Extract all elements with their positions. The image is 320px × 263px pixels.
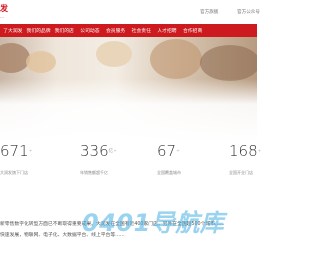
hero-banner-image	[0, 37, 257, 142]
stat-item: 168+ 全国开业门店	[229, 142, 289, 176]
stat-label: 全国覆盖城市	[157, 170, 181, 175]
stat-item: 671+ 大润发旗下门店	[0, 142, 60, 176]
stat-value: 336亿+	[80, 142, 117, 160]
main-nav: 了大润发 我们的品牌 我们的店 公司动态 会员服务 社会责任 人才招聘 合作招商	[0, 24, 257, 37]
stat-value: 168+	[229, 142, 262, 160]
banner-shape	[0, 43, 30, 73]
top-link-official-store[interactable]: 官方旗舰	[200, 9, 218, 15]
top-bar: 发 … 官方旗舰 官方公众号	[0, 0, 260, 24]
nav-item-member[interactable]: 会员服务	[103, 27, 129, 34]
banner-shape	[26, 51, 56, 73]
top-link-official-account[interactable]: 官方公众号	[237, 9, 260, 15]
stat-item: 336亿+ 年销售额超千亿	[80, 142, 140, 176]
brand-logo-subtitle: …	[0, 14, 4, 19]
brand-logo[interactable]: 发	[0, 3, 8, 14]
stat-label: 大润发旗下门店	[0, 170, 28, 175]
nav-item-brands[interactable]: 我们的品牌	[26, 27, 52, 34]
nav-item-about[interactable]: 了大润发	[0, 27, 26, 34]
stat-value: 67+	[157, 142, 180, 160]
banner-shape	[200, 45, 257, 81]
stats-section: 671+ 大润发旗下门店 336亿+ 年销售额超千亿 67+ 全国覆盖城市 16…	[0, 142, 261, 197]
nav-item-csr[interactable]: 社会责任	[128, 27, 154, 34]
banner-shape	[96, 41, 132, 67]
stat-value: 671+	[0, 142, 33, 160]
stat-label: 年销售额超千亿	[80, 170, 108, 175]
nav-item-news[interactable]: 公司动态	[77, 27, 103, 34]
banner-shape	[150, 39, 202, 79]
stat-item: 67+ 全国覆盖城市	[157, 142, 217, 176]
nav-item-stores[interactable]: 我们的店	[51, 27, 77, 34]
banner-fade	[0, 79, 257, 142]
nav-item-partners[interactable]: 合作招商	[180, 27, 206, 34]
nav-item-careers[interactable]: 人才招聘	[154, 27, 180, 34]
stat-label: 全国开业门店	[229, 170, 253, 175]
watermark-logo: 0401导航库	[82, 209, 225, 237]
